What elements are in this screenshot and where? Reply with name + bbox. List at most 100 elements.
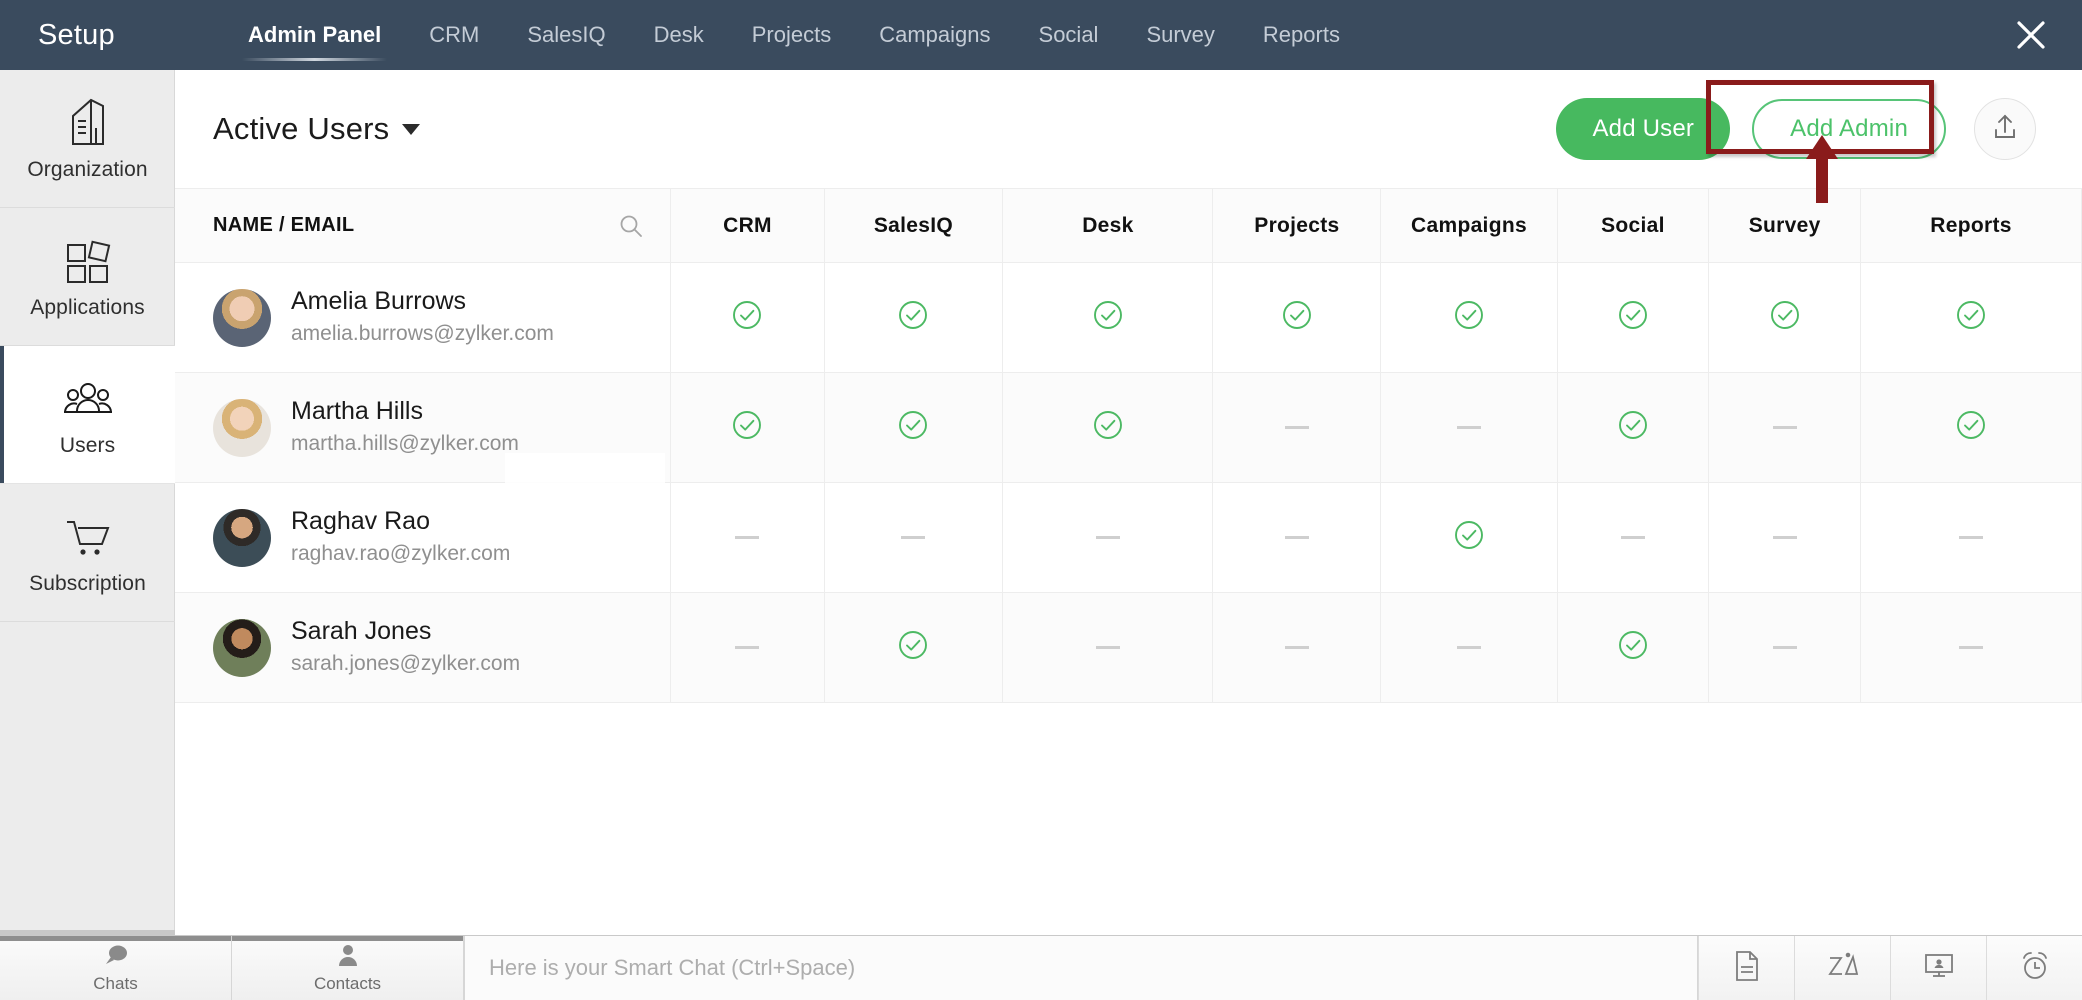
check-circle-icon (1955, 299, 1987, 336)
avatar (213, 289, 271, 347)
user-name: Martha Hills (291, 396, 519, 427)
shopping-cart-icon (61, 510, 115, 566)
sidebar-item-organization[interactable]: Organization (0, 70, 175, 208)
user-email: martha.hills@zylker.com (291, 430, 519, 458)
access-cell-survey[interactable] (1709, 373, 1861, 483)
top-nav-item-projects[interactable]: Projects (728, 0, 855, 70)
access-cell-social[interactable] (1557, 483, 1709, 593)
zia-button[interactable] (1794, 936, 1890, 1000)
table-row[interactable]: Amelia Burrowsamelia.burrows@zylker.com (175, 263, 2082, 373)
access-cell-salesiq[interactable] (824, 373, 1003, 483)
taskbar-icons (1698, 936, 2082, 1000)
table-row[interactable]: Sarah Jonessarah.jones@zylker.com (175, 593, 2082, 703)
top-nav-item-desk[interactable]: Desk (630, 0, 728, 70)
access-cell-campaigns[interactable] (1381, 373, 1557, 483)
taskbar-tab-contacts[interactable]: Contacts (232, 936, 464, 1000)
add-user-button[interactable]: Add User (1556, 98, 1730, 160)
access-cell-projects[interactable] (1213, 483, 1381, 593)
access-cell-social[interactable] (1557, 263, 1709, 373)
access-cell-campaigns[interactable] (1381, 483, 1557, 593)
sidebar-item-subscription[interactable]: Subscription (0, 484, 175, 622)
access-cell-campaigns[interactable] (1381, 263, 1557, 373)
access-cell-desk[interactable] (1003, 263, 1213, 373)
close-icon[interactable] (2014, 18, 2048, 52)
check-circle-icon (1092, 409, 1124, 446)
user-name: Sarah Jones (291, 616, 520, 647)
column-header-label: NAME / EMAIL (213, 214, 354, 237)
top-nav-item-reports[interactable]: Reports (1239, 0, 1364, 70)
column-header-label: Survey (1749, 214, 1821, 237)
access-cell-reports[interactable] (1861, 593, 2082, 703)
top-nav-item-label: Desk (654, 22, 704, 48)
smart-chat-input[interactable] (489, 955, 1697, 981)
top-nav-item-admin-panel[interactable]: Admin Panel (224, 0, 405, 70)
search-icon[interactable] (618, 213, 644, 239)
access-cell-crm[interactable] (671, 263, 824, 373)
access-cell-projects[interactable] (1213, 373, 1381, 483)
access-cell-salesiq[interactable] (824, 593, 1003, 703)
sidebar-item-label: Subscription (29, 572, 146, 596)
top-nav-item-label: SalesIQ (527, 22, 605, 48)
column-header-label: Reports (1930, 214, 2011, 237)
access-cell-reports[interactable] (1861, 373, 2082, 483)
check-circle-icon (1453, 519, 1485, 556)
column-header-social: Social (1557, 189, 1709, 263)
column-header-label: Social (1601, 214, 1665, 237)
add-admin-button[interactable]: Add Admin (1752, 99, 1946, 159)
upload-button[interactable] (1974, 98, 2036, 160)
access-cell-social[interactable] (1557, 373, 1709, 483)
user-name-email-cell: Amelia Burrowsamelia.burrows@zylker.com (175, 263, 671, 373)
access-cell-crm[interactable] (671, 373, 824, 483)
check-circle-icon (1769, 299, 1801, 336)
access-cell-salesiq[interactable] (824, 263, 1003, 373)
sidebar-item-users[interactable]: Users (0, 346, 175, 484)
chevron-down-icon[interactable] (402, 124, 420, 135)
top-nav-item-salesiq[interactable]: SalesIQ (503, 0, 629, 70)
dash-icon (1457, 426, 1481, 429)
avatar (213, 509, 271, 567)
contact-person-icon (335, 943, 361, 972)
column-header-desk: Desk (1003, 189, 1213, 263)
access-cell-reports[interactable] (1861, 263, 2082, 373)
taskbar-tab-chats[interactable]: Chats (0, 936, 232, 1000)
top-nav-item-label: CRM (429, 22, 479, 48)
access-cell-desk[interactable] (1003, 373, 1213, 483)
screen-share-button[interactable] (1890, 936, 1986, 1000)
access-cell-survey[interactable] (1709, 263, 1861, 373)
access-cell-salesiq[interactable] (824, 483, 1003, 593)
table-body: Amelia Burrowsamelia.burrows@zylker.comM… (175, 263, 2082, 703)
sidebar-item-label: Users (60, 434, 115, 458)
user-name-email-cell: Raghav Raoraghav.rao@zylker.com (175, 483, 671, 593)
sidebar-item-applications[interactable]: Applications (0, 208, 175, 346)
page-title-group[interactable]: Active Users (213, 111, 420, 147)
access-cell-crm[interactable] (671, 483, 824, 593)
user-email: amelia.burrows@zylker.com (291, 320, 554, 348)
top-nav-item-crm[interactable]: CRM (405, 0, 503, 70)
access-cell-social[interactable] (1557, 593, 1709, 703)
user-email: raghav.rao@zylker.com (291, 540, 510, 568)
access-cell-campaigns[interactable] (1381, 593, 1557, 703)
top-nav-item-social[interactable]: Social (1015, 0, 1123, 70)
table-header-row: NAME / EMAIL CRMSalesIQDeskProjectsCampa… (175, 189, 2082, 263)
top-nav-item-campaigns[interactable]: Campaigns (855, 0, 1014, 70)
top-nav-item-label: Social (1039, 22, 1099, 48)
access-cell-projects[interactable] (1213, 263, 1381, 373)
alarm-clock-button[interactable] (1986, 936, 2082, 1000)
document-button[interactable] (1698, 936, 1794, 1000)
avatar (213, 399, 271, 457)
access-cell-desk[interactable] (1003, 593, 1213, 703)
access-cell-desk[interactable] (1003, 483, 1213, 593)
dash-icon (1773, 426, 1797, 429)
access-cell-survey[interactable] (1709, 483, 1861, 593)
smart-chat-search[interactable] (464, 936, 1698, 1000)
column-header-name-email: NAME / EMAIL (175, 189, 671, 263)
table-row[interactable]: Martha Hills martha.hills@zylker.com (175, 373, 2082, 483)
access-cell-projects[interactable] (1213, 593, 1381, 703)
access-cell-reports[interactable] (1861, 483, 2082, 593)
top-nav-item-survey[interactable]: Survey (1122, 0, 1238, 70)
table-row[interactable]: Raghav Raoraghav.rao@zylker.com (175, 483, 2082, 593)
upload-icon (1991, 113, 2019, 146)
access-cell-crm[interactable] (671, 593, 824, 703)
top-nav-item-label: Survey (1146, 22, 1214, 48)
access-cell-survey[interactable] (1709, 593, 1861, 703)
